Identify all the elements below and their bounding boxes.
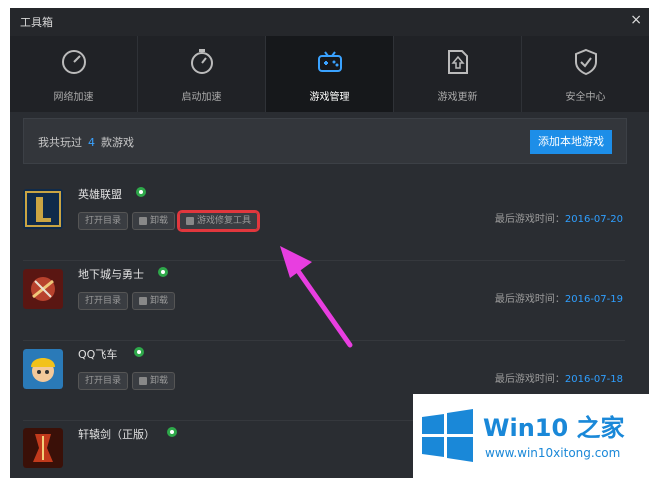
- close-icon[interactable]: ×: [630, 12, 642, 28]
- league-of-legends-game-icon: [23, 189, 63, 229]
- games-summary-bar: 我共玩过 4 款游戏 添加本地游戏: [23, 118, 627, 164]
- last-played-date: 2016-07-18: [564, 374, 623, 385]
- game-row: 地下城与勇士 打开目录 卸载 最后游戏时间：2016-07-19: [23, 260, 625, 341]
- last-played-label: 最后游戏时间：: [494, 374, 565, 385]
- watermark-title: Win10 之家: [483, 414, 625, 442]
- uninstall-button[interactable]: 卸载: [132, 372, 176, 390]
- game-actions: 打开目录 卸载: [78, 368, 179, 390]
- repair-label: 游戏修复工具: [197, 216, 252, 226]
- qq-speed-game-icon: [23, 349, 63, 389]
- tab-label: 游戏管理: [309, 92, 350, 103]
- uninstall-button[interactable]: 卸载: [132, 292, 176, 310]
- tab-game-management[interactable]: 游戏管理: [266, 36, 394, 112]
- tab-network-boost[interactable]: 网络加速: [10, 36, 138, 112]
- summary-suffix: 款游戏: [101, 136, 134, 149]
- last-played-date: 2016-07-19: [564, 294, 623, 305]
- shield-icon: [575, 48, 597, 76]
- games-count: 4: [88, 136, 95, 149]
- games-count-text: 我共玩过 4 款游戏: [38, 134, 134, 150]
- windows-logo-icon: [422, 409, 473, 462]
- uninstall-button[interactable]: 卸载: [132, 212, 176, 230]
- game-name: 轩辕剑（正版）: [78, 428, 155, 441]
- update-icon: [448, 50, 468, 74]
- last-played: 最后游戏时间：2016-07-18: [495, 370, 623, 385]
- trash-icon: [139, 376, 148, 385]
- uninstall-label: 卸载: [150, 296, 169, 306]
- open-folder-button[interactable]: 打开目录: [78, 212, 129, 230]
- game-row: 英雄联盟 打开目录 卸载 游戏修复工具 最后游戏时间：2016-07-20: [23, 180, 625, 261]
- uninstall-label: 卸载: [150, 376, 169, 386]
- add-local-game-button[interactable]: 添加本地游戏: [530, 130, 612, 154]
- game-name: 地下城与勇士: [78, 268, 144, 281]
- game-actions: 打开目录 卸载: [78, 288, 179, 310]
- trash-icon: [139, 216, 148, 225]
- tab-label: 启动加速: [181, 92, 222, 103]
- summary-prefix: 我共玩过: [38, 136, 82, 149]
- last-played-label: 最后游戏时间：: [494, 294, 565, 305]
- game-repair-tool-button[interactable]: 游戏修复工具: [177, 210, 261, 232]
- game-name: QQ飞车: [78, 348, 118, 361]
- tab-label: 网络加速: [53, 92, 94, 103]
- last-played: 最后游戏时间：2016-07-20: [495, 210, 623, 225]
- tab-security-center[interactable]: 安全中心: [522, 36, 649, 112]
- last-played-date: 2016-07-20: [564, 214, 623, 225]
- stopwatch-icon: [191, 49, 213, 74]
- open-folder-button[interactable]: 打开目录: [78, 372, 129, 390]
- window-title: 工具箱: [20, 16, 53, 29]
- title-bar: 工具箱 ×: [10, 8, 649, 36]
- uninstall-label: 卸载: [150, 216, 169, 226]
- tab-label: 游戏更新: [437, 92, 478, 103]
- tab-label: 安全中心: [565, 92, 606, 103]
- dungeon-fighter-game-icon: [23, 269, 63, 309]
- eye-icon[interactable]: [157, 266, 169, 278]
- trash-icon: [139, 296, 148, 305]
- open-folder-button[interactable]: 打开目录: [78, 292, 129, 310]
- game-actions: 打开目录 卸载 游戏修复工具: [78, 208, 262, 232]
- watermark-url: www.win10xitong.com: [485, 446, 621, 460]
- repair-icon: [186, 216, 195, 225]
- speedometer-icon: [62, 50, 86, 74]
- tab-bar: 网络加速 启动加速 游戏管理 游戏更新 安全中心: [10, 36, 649, 112]
- eye-icon[interactable]: [133, 346, 145, 358]
- game-name: 英雄联盟: [78, 188, 122, 201]
- eye-icon[interactable]: [166, 426, 178, 438]
- last-played-label: 最后游戏时间：: [494, 214, 565, 225]
- xuanyuan-sword-game-icon: [23, 428, 63, 468]
- tab-game-update[interactable]: 游戏更新: [394, 36, 522, 112]
- tab-startup-boost[interactable]: 启动加速: [138, 36, 266, 112]
- eye-icon[interactable]: [135, 186, 147, 198]
- gamepad-icon: [318, 51, 342, 72]
- last-played: 最后游戏时间：2016-07-19: [495, 290, 623, 305]
- win10-watermark: Win10 之家 www.win10xitong.com: [413, 394, 649, 478]
